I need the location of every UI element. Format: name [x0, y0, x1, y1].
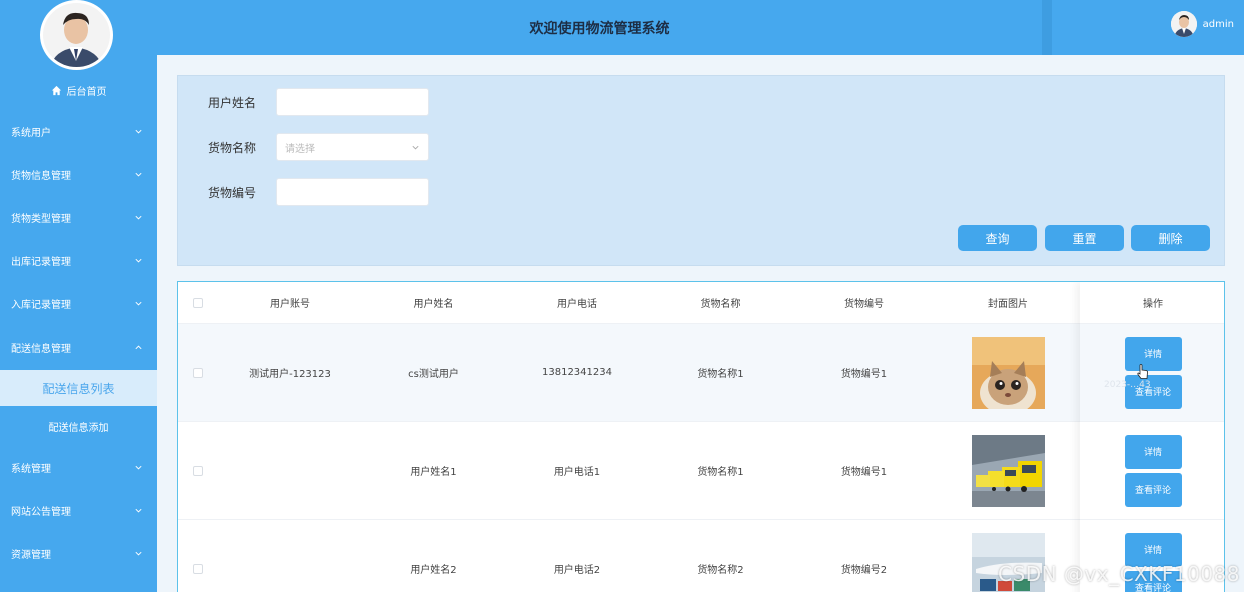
header-divider [1042, 0, 1052, 55]
sidebar-item-label: 出库记录管理 [11, 257, 71, 268]
sidebar-item-label: 资源管理 [11, 550, 51, 561]
sidebar-item-goods-info[interactable]: 货物信息管理 [0, 153, 157, 196]
view-comments-button[interactable]: 查看评论 [1124, 472, 1182, 507]
cell-goods-no: 货物编号1 [840, 467, 888, 478]
chevron-down-icon [135, 129, 142, 134]
chevron-down-icon [135, 172, 142, 177]
table-row: 测试用户-123123 cs测试用户 13812341234 货物名称1 货物编… [178, 324, 1224, 422]
table-header: 用户账号 用户姓名 用户电话 货物名称 货物编号 封面图片 操作 [178, 282, 1224, 324]
chevron-down-icon [135, 215, 142, 220]
chevron-down-icon [135, 551, 142, 556]
goods-name-placeholder: 请选择 [285, 143, 315, 155]
search-panel: 用户姓名 货物名称 请选择 货物编号 查询 重置 删除 [177, 75, 1225, 266]
sidebar-subitem-delivery-add[interactable]: 配送信息添加 [0, 406, 157, 446]
cell-actions: 2023-…43 详情 查看评论 [1080, 336, 1224, 409]
sidebar-home-link[interactable]: 后台首页 [0, 83, 157, 98]
sidebar-item-system-manage[interactable]: 系统管理 [0, 446, 157, 489]
user-menu[interactable]: admin [1170, 11, 1234, 37]
cell-account: 测试用户-123123 [249, 369, 331, 380]
query-button[interactable]: 查询 [958, 225, 1037, 251]
cell-cover [936, 434, 1080, 507]
cell-phone: 用户电话2 [553, 565, 601, 576]
cell-goods: 货物名称1 [697, 467, 744, 478]
column-header: 用户账号 [270, 299, 310, 310]
sidebar-item-label: 系统用户 [11, 128, 51, 139]
sidebar-subitem-label: 配送信息列表 [42, 381, 115, 396]
reset-button[interactable]: 重置 [1045, 225, 1124, 251]
username-label: 用户姓名 [208, 95, 257, 110]
cell-cover [936, 336, 1080, 409]
sidebar-subitem-delivery-list[interactable]: 配送信息列表 [0, 370, 157, 406]
username-input[interactable] [276, 88, 429, 116]
top-header: 欢迎使用物流管理系统 admin [157, 0, 1244, 55]
username-label: admin [1202, 18, 1234, 30]
sidebar-item-announcements[interactable]: 网站公告管理 [0, 489, 157, 532]
detail-button[interactable]: 详情 [1124, 434, 1182, 469]
cell-goods: 货物名称1 [697, 369, 744, 380]
sidebar-item-label: 系统管理 [11, 464, 51, 475]
watermark: CSDN @vx_CXKF10088 [998, 562, 1240, 586]
goods-name-label: 货物名称 [208, 140, 257, 155]
cell-goods-no: 货物编号2 [840, 565, 888, 576]
sidebar-menu: 系统用户 货物信息管理 货物类型管理 出库记录管理 入库记录管理 配送信息管理 … [0, 110, 157, 575]
cover-image-cat [971, 336, 1045, 409]
sidebar-item-label: 网站公告管理 [11, 507, 71, 518]
cell-goods: 货物名称2 [697, 565, 744, 576]
select-all-checkbox[interactable] [178, 297, 218, 308]
column-header: 用户电话 [557, 299, 597, 310]
goods-no-field: 货物编号 [208, 178, 429, 206]
cover-image-trucks [971, 434, 1045, 507]
row-checkbox[interactable] [178, 465, 218, 476]
chevron-down-icon [135, 301, 142, 306]
cell-name: cs测试用户 [408, 369, 459, 380]
page-title: 欢迎使用物流管理系统 [529, 21, 670, 37]
sidebar-item-label: 货物信息管理 [11, 171, 71, 182]
sidebar-item-inbound[interactable]: 入库记录管理 [0, 282, 157, 325]
sidebar-item-label: 入库记录管理 [11, 300, 71, 311]
chevron-down-icon [135, 508, 142, 513]
cell-name: 用户姓名1 [410, 467, 457, 478]
row-checkbox[interactable] [178, 367, 218, 378]
column-header: 封面图片 [988, 299, 1028, 310]
chevron-down-icon [135, 465, 142, 470]
goods-name-field: 货物名称 请选择 [208, 133, 429, 161]
column-header: 货物名称 [700, 299, 741, 310]
detail-button[interactable]: 详情 [1124, 336, 1182, 371]
sidebar-home-label: 后台首页 [66, 87, 107, 98]
username-field: 用户姓名 [208, 88, 429, 116]
goods-no-label: 货物编号 [208, 185, 257, 200]
sidebar-item-goods-type[interactable]: 货物类型管理 [0, 196, 157, 239]
chevron-down-icon [412, 145, 419, 149]
sidebar-item-outbound[interactable]: 出库记录管理 [0, 239, 157, 282]
sidebar-subitem-label: 配送信息添加 [48, 422, 109, 434]
sidebar-item-system-users[interactable]: 系统用户 [0, 110, 157, 153]
sidebar-item-delivery[interactable]: 配送信息管理 [0, 325, 157, 370]
pointer-cursor-icon [1137, 364, 1148, 379]
avatar[interactable] [40, 0, 113, 70]
sidebar-item-label: 配送信息管理 [11, 344, 71, 355]
goods-name-select[interactable]: 请选择 [276, 133, 429, 161]
chevron-up-icon [135, 345, 142, 350]
home-icon [51, 85, 61, 96]
user-avatar [1170, 11, 1197, 37]
row-checkbox[interactable] [178, 563, 218, 574]
cell-goods-no: 货物编号1 [840, 369, 888, 380]
cell-phone: 13812341234 [542, 367, 612, 378]
cell-name: 用户姓名2 [410, 565, 457, 576]
table-row: 用户姓名1 用户电话1 货物名称1 货物编号1 详情 查看评论 [178, 422, 1224, 520]
goods-no-input[interactable] [276, 178, 429, 206]
cell-phone: 用户电话1 [553, 467, 601, 478]
data-table: 用户账号 用户姓名 用户电话 货物名称 货物编号 封面图片 操作 测试用户-12… [177, 281, 1225, 592]
delete-button[interactable]: 删除 [1131, 225, 1210, 251]
ghost-date: 2023-…43 [1104, 379, 1151, 390]
column-header: 操作 [1143, 299, 1163, 310]
chevron-down-icon [135, 258, 142, 263]
cell-actions: 详情 查看评论 [1080, 434, 1224, 507]
column-header: 货物编号 [844, 299, 884, 310]
column-header: 用户姓名 [413, 299, 454, 310]
sidebar: 后台首页 系统用户 货物信息管理 货物类型管理 出库记录管理 入库记录管理 配送… [0, 0, 157, 592]
sidebar-item-resources[interactable]: 资源管理 [0, 532, 157, 575]
sidebar-item-label: 货物类型管理 [11, 214, 71, 225]
